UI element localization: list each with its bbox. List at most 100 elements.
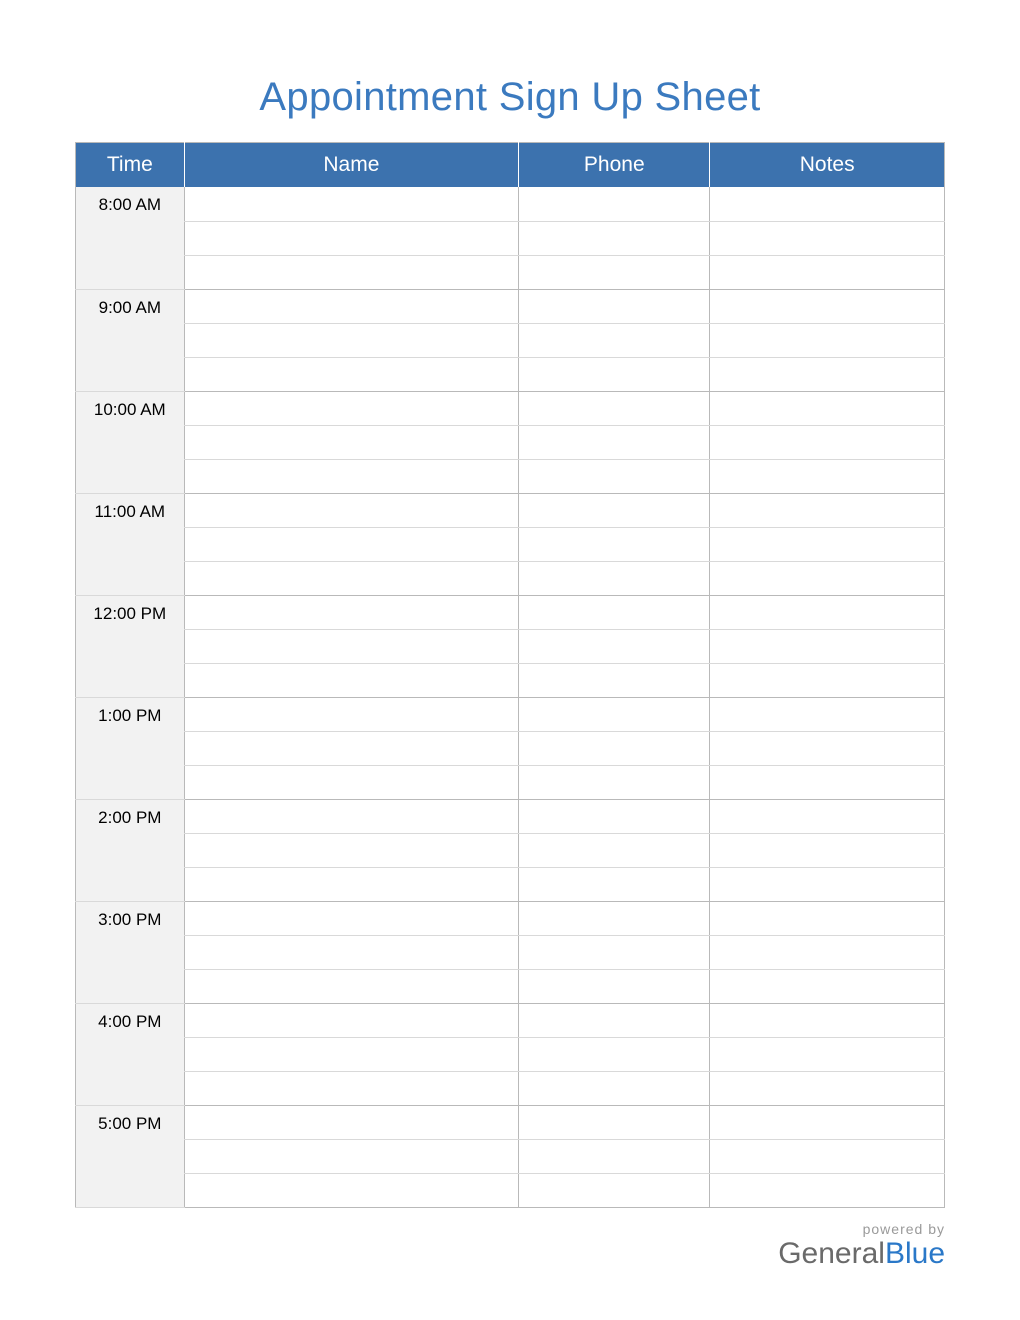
name-cell[interactable]: [184, 459, 519, 493]
time-cell: 11:00 AM: [76, 493, 185, 595]
page-title: Appointment Sign Up Sheet: [75, 75, 945, 120]
notes-cell[interactable]: [710, 663, 945, 697]
notes-cell[interactable]: [710, 459, 945, 493]
name-cell[interactable]: [184, 187, 519, 221]
name-cell[interactable]: [184, 629, 519, 663]
phone-cell[interactable]: [519, 697, 710, 731]
phone-cell[interactable]: [519, 901, 710, 935]
notes-cell[interactable]: [710, 595, 945, 629]
notes-cell[interactable]: [710, 357, 945, 391]
name-cell[interactable]: [184, 255, 519, 289]
table-row: [76, 1071, 945, 1105]
time-cell: 10:00 AM: [76, 391, 185, 493]
name-cell[interactable]: [184, 1037, 519, 1071]
notes-cell[interactable]: [710, 425, 945, 459]
notes-cell[interactable]: [710, 221, 945, 255]
name-cell[interactable]: [184, 697, 519, 731]
phone-cell[interactable]: [519, 1071, 710, 1105]
name-cell[interactable]: [184, 765, 519, 799]
phone-cell[interactable]: [519, 561, 710, 595]
name-cell[interactable]: [184, 527, 519, 561]
phone-cell[interactable]: [519, 1105, 710, 1139]
name-cell[interactable]: [184, 969, 519, 1003]
name-cell[interactable]: [184, 663, 519, 697]
phone-cell[interactable]: [519, 459, 710, 493]
phone-cell[interactable]: [519, 1003, 710, 1037]
phone-cell[interactable]: [519, 629, 710, 663]
notes-cell[interactable]: [710, 561, 945, 595]
name-cell[interactable]: [184, 595, 519, 629]
notes-cell[interactable]: [710, 391, 945, 425]
phone-cell[interactable]: [519, 255, 710, 289]
phone-cell[interactable]: [519, 493, 710, 527]
notes-cell[interactable]: [710, 629, 945, 663]
name-cell[interactable]: [184, 323, 519, 357]
table-row: [76, 255, 945, 289]
notes-cell[interactable]: [710, 1037, 945, 1071]
phone-cell[interactable]: [519, 357, 710, 391]
phone-cell[interactable]: [519, 1173, 710, 1207]
notes-cell[interactable]: [710, 799, 945, 833]
name-cell[interactable]: [184, 1139, 519, 1173]
notes-cell[interactable]: [710, 187, 945, 221]
name-cell[interactable]: [184, 731, 519, 765]
table-row: [76, 935, 945, 969]
name-cell[interactable]: [184, 391, 519, 425]
phone-cell[interactable]: [519, 935, 710, 969]
notes-cell[interactable]: [710, 969, 945, 1003]
notes-cell[interactable]: [710, 833, 945, 867]
name-cell[interactable]: [184, 799, 519, 833]
notes-cell[interactable]: [710, 1173, 945, 1207]
phone-cell[interactable]: [519, 799, 710, 833]
table-row: [76, 833, 945, 867]
phone-cell[interactable]: [519, 391, 710, 425]
notes-cell[interactable]: [710, 289, 945, 323]
phone-cell[interactable]: [519, 527, 710, 561]
phone-cell[interactable]: [519, 969, 710, 1003]
name-cell[interactable]: [184, 561, 519, 595]
name-cell[interactable]: [184, 1071, 519, 1105]
name-cell[interactable]: [184, 357, 519, 391]
notes-cell[interactable]: [710, 765, 945, 799]
notes-cell[interactable]: [710, 1003, 945, 1037]
name-cell[interactable]: [184, 289, 519, 323]
name-cell[interactable]: [184, 1003, 519, 1037]
phone-cell[interactable]: [519, 289, 710, 323]
phone-cell[interactable]: [519, 187, 710, 221]
name-cell[interactable]: [184, 493, 519, 527]
notes-cell[interactable]: [710, 901, 945, 935]
phone-cell[interactable]: [519, 867, 710, 901]
notes-cell[interactable]: [710, 1105, 945, 1139]
notes-cell[interactable]: [710, 935, 945, 969]
phone-cell[interactable]: [519, 731, 710, 765]
notes-cell[interactable]: [710, 1139, 945, 1173]
phone-cell[interactable]: [519, 323, 710, 357]
notes-cell[interactable]: [710, 255, 945, 289]
time-cell: 4:00 PM: [76, 1003, 185, 1105]
phone-cell[interactable]: [519, 765, 710, 799]
notes-cell[interactable]: [710, 731, 945, 765]
phone-cell[interactable]: [519, 425, 710, 459]
table-row: [76, 867, 945, 901]
phone-cell[interactable]: [519, 221, 710, 255]
name-cell[interactable]: [184, 867, 519, 901]
phone-cell[interactable]: [519, 663, 710, 697]
phone-cell[interactable]: [519, 595, 710, 629]
notes-cell[interactable]: [710, 1071, 945, 1105]
notes-cell[interactable]: [710, 493, 945, 527]
notes-cell[interactable]: [710, 527, 945, 561]
name-cell[interactable]: [184, 935, 519, 969]
phone-cell[interactable]: [519, 1037, 710, 1071]
name-cell[interactable]: [184, 221, 519, 255]
name-cell[interactable]: [184, 901, 519, 935]
phone-cell[interactable]: [519, 1139, 710, 1173]
name-cell[interactable]: [184, 1105, 519, 1139]
phone-cell[interactable]: [519, 833, 710, 867]
name-cell[interactable]: [184, 1173, 519, 1207]
table-row: [76, 1139, 945, 1173]
notes-cell[interactable]: [710, 323, 945, 357]
notes-cell[interactable]: [710, 697, 945, 731]
notes-cell[interactable]: [710, 867, 945, 901]
name-cell[interactable]: [184, 833, 519, 867]
name-cell[interactable]: [184, 425, 519, 459]
